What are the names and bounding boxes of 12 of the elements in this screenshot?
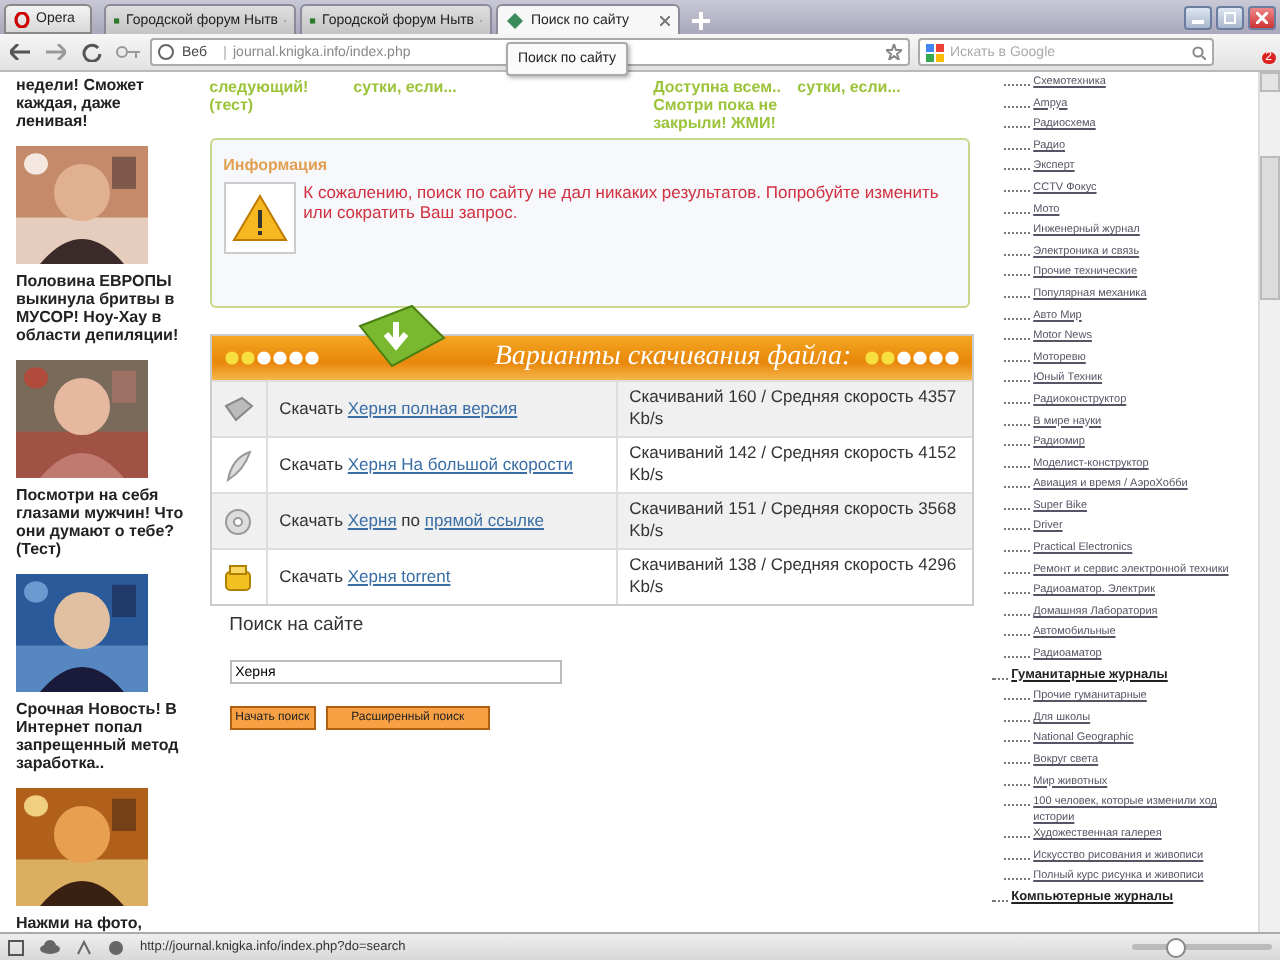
download-name: Скачать Херня по прямой ссылке <box>279 510 544 532</box>
download-name: Скачать Херня полная версия <box>279 398 518 420</box>
download-stats: Скачиваний 160 / Средняя скорость 4357 Kb/s <box>627 384 959 432</box>
info-message: К сожалению, поиск по сайту не дал никаких результатов. Попробуйте изменить или сократить Ваш запрос. <box>303 182 941 226</box>
download-stats: Скачиваний 142 / Средняя скорость 4152 Kb/s <box>627 440 959 488</box>
search-label: Поиск на сайте <box>229 614 366 636</box>
download-stats: Скачиваний 151 / Средняя скорость 3568 Kb/s <box>627 496 959 544</box>
download-name: Скачать Херня torrent <box>279 566 451 588</box>
download-name: Скачать Херня На большой скорости <box>279 454 573 476</box>
download-stats: Скачиваний 138 / Средняя скорость 4296 Kb/s <box>627 552 959 600</box>
info-title: Информация <box>223 156 330 174</box>
downloads-title: Варианты скачивания файла: <box>494 342 852 374</box>
